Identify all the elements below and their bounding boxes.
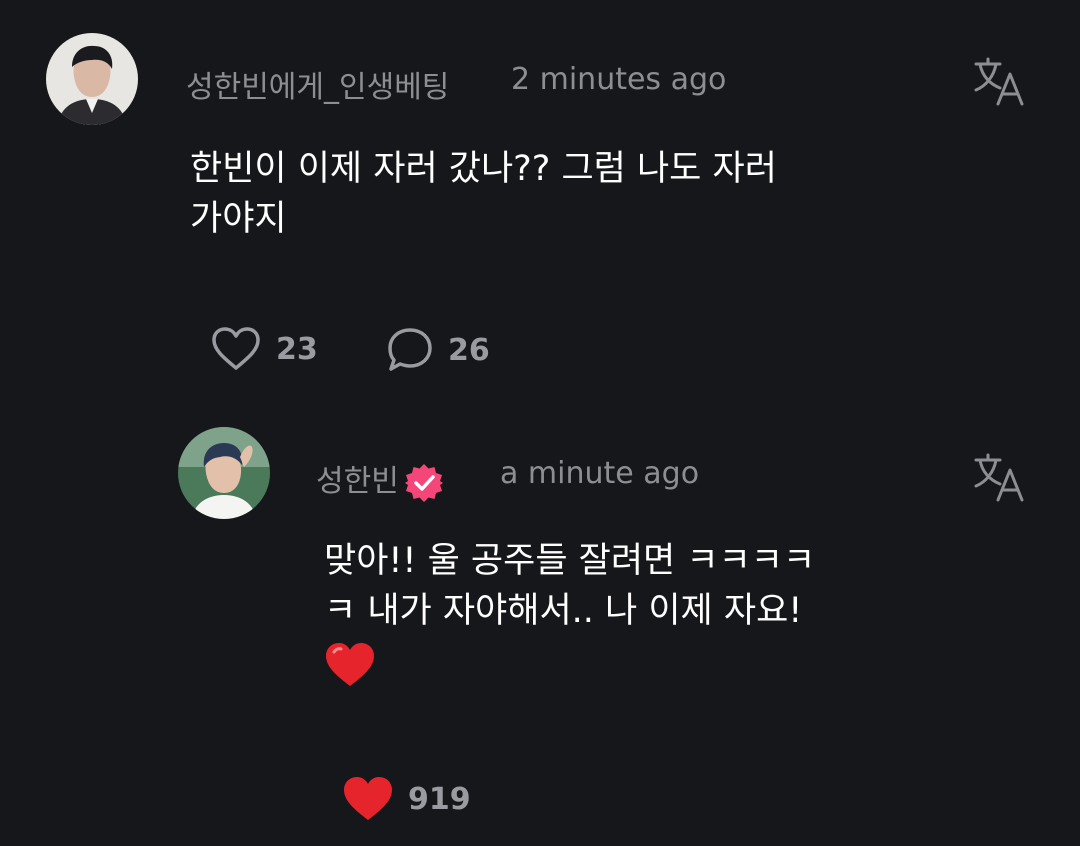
comment-line: 한빈이 이제 자러 갔나?? 그럼 나도 자러 [190, 149, 777, 189]
translate-icon[interactable] [972, 452, 1028, 504]
verified-badge-icon [404, 463, 443, 502]
reply-count: 26 [448, 332, 490, 368]
reply-text: 맞아!! 울 공주들 잘려면 ㅋㅋㅋㅋ ㅋ 내가 자야해서.. 나 이제 자요! [324, 536, 964, 688]
comment-timestamp: 2 minutes ago [511, 62, 727, 97]
translate-icon[interactable] [972, 56, 1028, 108]
reply-username[interactable]: 성한빈 [316, 456, 445, 504]
reply-line: ㅋ 내가 자야해서.. 나 이제 자요! [324, 591, 803, 631]
reply-line: 맞아!! 울 공주들 잘려면 ㅋㅋㅋㅋ [324, 541, 816, 581]
like-count: 23 [276, 331, 318, 367]
heart-outline-icon [212, 327, 260, 370]
red-heart-emoji [326, 643, 374, 686]
speech-bubble-icon [388, 328, 432, 371]
reply-like-button[interactable]: 919 [342, 776, 471, 822]
reply-button[interactable]: 26 [386, 326, 490, 374]
reply-avatar[interactable] [178, 427, 270, 519]
comment-line: 가야지 [190, 199, 287, 239]
reply-username-text: 성한빈 [316, 464, 399, 499]
heart-filled-icon [344, 777, 392, 820]
like-button[interactable]: 23 [210, 326, 318, 372]
commenter-username[interactable]: 성한빈에게_인생베팅 [186, 62, 449, 106]
comment-text: 한빈이 이제 자러 갔나?? 그럼 나도 자러 가야지 [190, 144, 910, 244]
reply-timestamp: a minute ago [500, 456, 700, 491]
reply-like-count: 919 [408, 781, 471, 817]
commenter-avatar[interactable] [46, 33, 138, 125]
